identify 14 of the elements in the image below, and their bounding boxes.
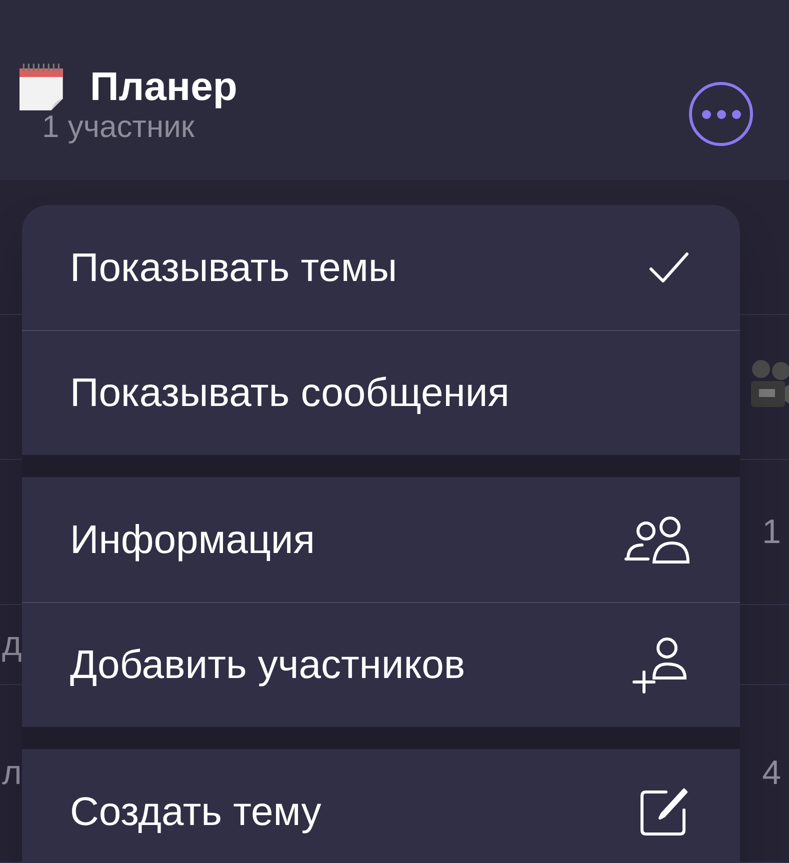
compose-icon <box>638 786 690 838</box>
list-text: д <box>2 624 22 665</box>
menu-item[interactable]: Информация <box>22 477 740 602</box>
menu-item[interactable]: Добавить участников <box>22 602 740 727</box>
more-button[interactable] <box>689 82 753 146</box>
people-icon <box>624 514 690 564</box>
unread-count: 4 <box>762 753 781 794</box>
chat-title: Планер <box>90 64 238 111</box>
menu-item[interactable]: Показывать сообщения <box>22 330 740 455</box>
unread-count: 1 <box>762 512 781 552</box>
list-text: л <box>2 753 22 794</box>
menu-item[interactable]: Создать тему <box>22 749 740 863</box>
menu-item[interactable]: Показывать темы <box>22 205 740 330</box>
member-count: 1 участник <box>42 108 196 146</box>
